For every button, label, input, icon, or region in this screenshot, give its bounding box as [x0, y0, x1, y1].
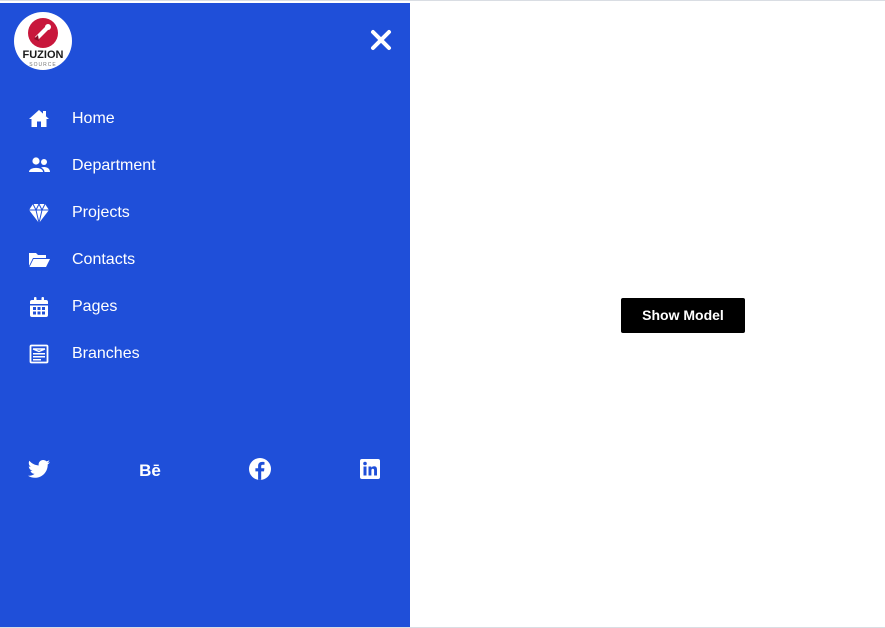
- facebook-link[interactable]: [248, 457, 274, 481]
- main-content: Show Model: [410, 3, 885, 627]
- sidebar-item-label: Department: [72, 157, 156, 174]
- behance-link[interactable]: Bē: [137, 457, 163, 481]
- sidebar-item-department[interactable]: Department: [0, 141, 410, 188]
- close-button[interactable]: [368, 27, 394, 53]
- sidebar-item-label: Pages: [72, 298, 118, 315]
- fuzion-logo-icon: FUZION SOURCE: [23, 18, 64, 68]
- twitter-link[interactable]: [27, 457, 53, 481]
- calendar-icon: [28, 296, 50, 318]
- users-icon: [28, 155, 50, 177]
- app-frame: FUZION SOURCE Home Department Projects C…: [0, 0, 885, 628]
- home-icon: [28, 108, 50, 130]
- behance-glyph: Bē: [139, 461, 161, 480]
- sidebar: FUZION SOURCE Home Department Projects C…: [0, 3, 410, 627]
- sidebar-item-label: Branches: [72, 345, 140, 362]
- sidebar-item-home[interactable]: Home: [0, 94, 410, 141]
- sidebar-item-label: Projects: [72, 204, 130, 221]
- sidebar-item-contacts[interactable]: Contacts: [0, 235, 410, 282]
- sidebar-item-label: Home: [72, 110, 115, 127]
- sidebar-item-pages[interactable]: Pages: [0, 282, 410, 329]
- sidebar-item-projects[interactable]: Projects: [0, 188, 410, 235]
- social-links: Bē: [0, 455, 410, 483]
- twitter-icon: [28, 460, 50, 478]
- facebook-icon: [249, 458, 271, 480]
- logo[interactable]: FUZION SOURCE: [14, 12, 72, 70]
- sidebar-item-label: Contacts: [72, 251, 136, 268]
- show-model-button[interactable]: Show Model: [621, 298, 745, 333]
- logo-tagline: SOURCE: [29, 62, 56, 68]
- linkedin-icon: [360, 459, 380, 479]
- behance-icon: Bē: [139, 461, 161, 480]
- folder-open-icon: [28, 249, 50, 271]
- newspaper-icon: [28, 343, 50, 365]
- sidebar-nav: Home Department Projects Contacts Pages …: [0, 94, 410, 376]
- logo-brand-text: FUZION: [23, 49, 64, 61]
- close-icon: [371, 30, 391, 50]
- linkedin-link[interactable]: [358, 457, 384, 481]
- diamond-icon: [28, 202, 50, 224]
- sidebar-item-branches[interactable]: Branches: [0, 329, 410, 376]
